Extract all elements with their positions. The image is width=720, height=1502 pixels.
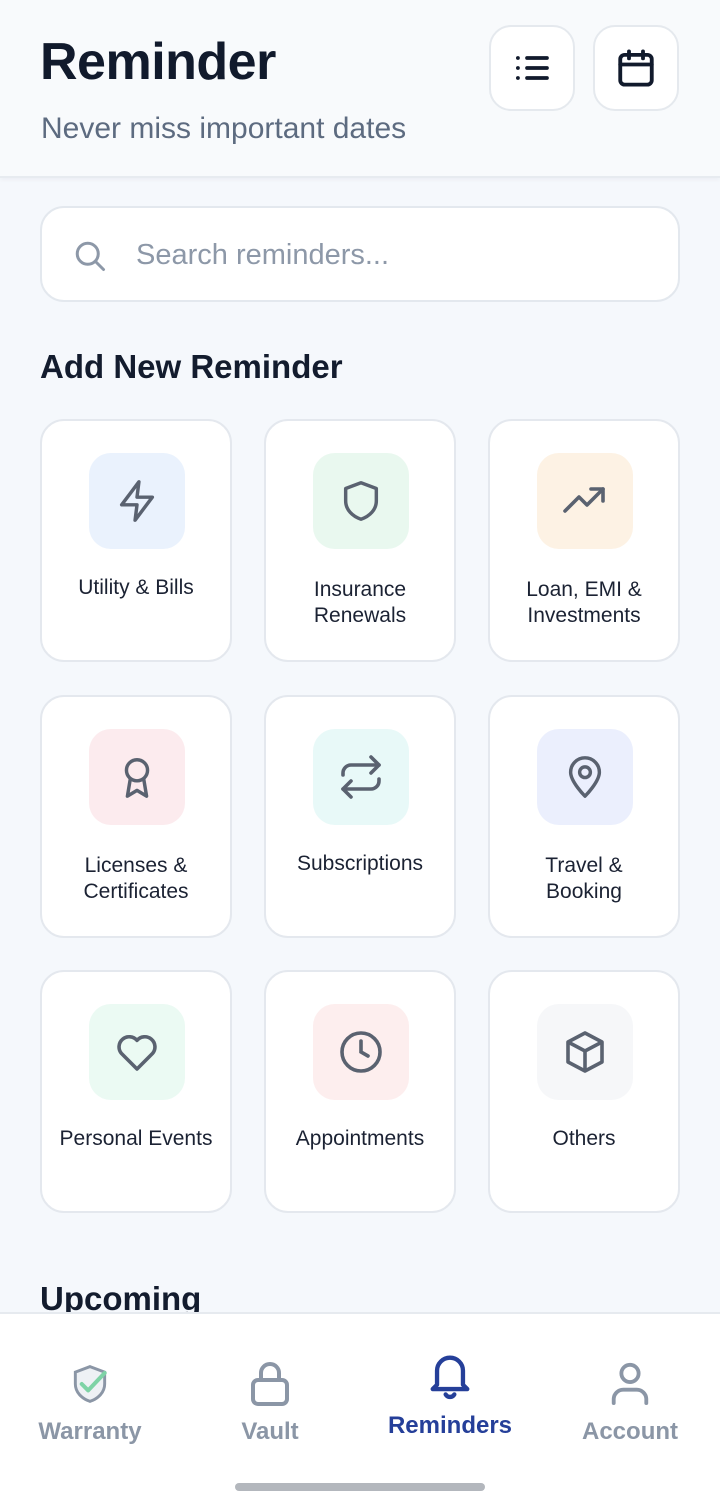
page-subtitle: Never miss important dates <box>41 112 407 145</box>
nav-item-reminders[interactable]: Reminders <box>360 1314 540 1464</box>
user-icon <box>611 1362 649 1406</box>
category-card-others[interactable]: Others <box>488 970 680 1213</box>
box-icon <box>566 1031 604 1073</box>
category-tile <box>89 453 185 549</box>
list-icon <box>516 56 549 80</box>
nav-item-account[interactable]: Account <box>540 1314 720 1464</box>
clock-icon <box>340 1031 382 1073</box>
category-card-subscriptions[interactable]: Subscriptions <box>264 695 456 938</box>
category-card-travel-booking[interactable]: Travel & Booking <box>488 695 680 938</box>
search-input[interactable] <box>136 230 636 280</box>
category-label: Others <box>552 1127 616 1150</box>
category-tile <box>313 729 409 825</box>
category-tile <box>313 1004 409 1100</box>
category-tile <box>313 453 409 549</box>
category-tile <box>537 729 633 825</box>
bell-icon <box>430 1355 470 1400</box>
search-icon <box>75 241 105 271</box>
heart-icon <box>117 1034 157 1071</box>
category-card-insurance-renewals[interactable]: Insurance Renewals <box>264 419 456 662</box>
category-label: Travel & Booking <box>545 854 623 903</box>
page-title: Reminder <box>40 33 276 91</box>
map-pin-icon <box>568 756 602 798</box>
category-label: Loan, EMI & Investments <box>526 578 642 627</box>
calendar-icon <box>618 49 654 87</box>
category-tile <box>89 729 185 825</box>
nav-label: Vault <box>241 1418 299 1445</box>
nav-label: Warranty <box>38 1418 142 1445</box>
category-label: Licenses & Certificates <box>83 854 189 903</box>
category-tile <box>537 1004 633 1100</box>
category-tile <box>537 453 633 549</box>
category-card-loan-emi-investments[interactable]: Loan, EMI & Investments <box>488 419 680 662</box>
lock-icon <box>251 1362 289 1406</box>
repeat-icon <box>341 755 381 799</box>
category-label: Utility & Bills <box>78 576 194 599</box>
nav-label: Reminders <box>387 1412 513 1439</box>
bottom-navigation: Warranty Vault Reminders Account <box>0 1312 720 1502</box>
category-card-licenses-certificates[interactable]: Licenses & Certificates <box>40 695 232 938</box>
trending-up-icon <box>563 487 605 513</box>
award-icon <box>124 758 150 798</box>
nav-label: Account <box>582 1418 678 1445</box>
lightning-icon <box>119 480 155 522</box>
shield-icon <box>343 481 379 521</box>
list-view-button[interactable] <box>489 25 575 111</box>
warranty-shield-icon <box>73 1365 107 1403</box>
category-card-appointments[interactable]: Appointments <box>264 970 456 1213</box>
add-new-reminder-heading: Add New Reminder <box>40 348 343 385</box>
category-label: Appointments <box>295 1127 425 1150</box>
category-card-personal-events[interactable]: Personal Events <box>40 970 232 1213</box>
nav-item-warranty[interactable]: Warranty <box>0 1314 180 1464</box>
nav-item-vault[interactable]: Vault <box>180 1314 360 1464</box>
calendar-view-button[interactable] <box>593 25 679 111</box>
home-indicator[interactable] <box>235 1483 485 1491</box>
search-bar <box>40 206 680 302</box>
category-label: Subscriptions <box>296 852 424 875</box>
reminder-screen: Reminder Never miss important dates Add … <box>0 0 720 1502</box>
category-label: Insurance Renewals <box>313 578 407 627</box>
category-card-utility-bills[interactable]: Utility & Bills <box>40 419 232 662</box>
category-label: Personal Events <box>59 1127 213 1150</box>
page-header: Reminder Never miss important dates <box>0 0 720 178</box>
category-tile <box>89 1004 185 1100</box>
